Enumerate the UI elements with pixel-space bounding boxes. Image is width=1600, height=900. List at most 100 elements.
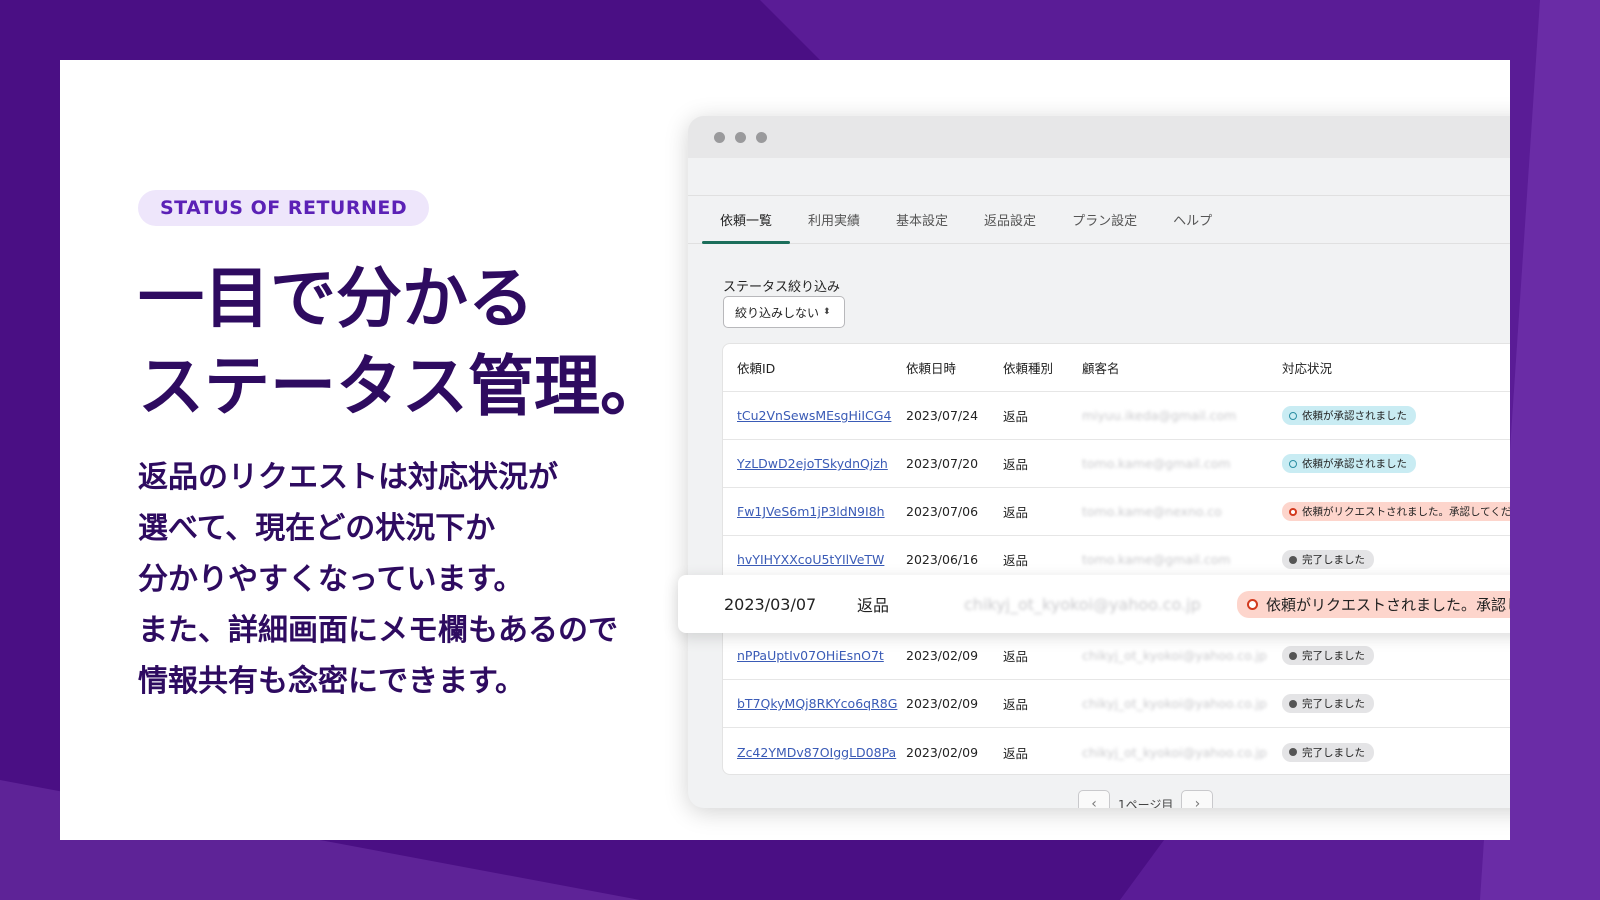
- row-date: 2023/03/07: [724, 594, 817, 614]
- body-line: また、詳細画面にメモ欄もあるので: [138, 613, 618, 648]
- status-icon: [1289, 651, 1297, 660]
- request-id-link[interactable]: bT7QkyMQj8RKYco6qR8G: [737, 696, 897, 711]
- request-id-link[interactable]: hvYIHYXXcoU5tYIlVeTW: [737, 552, 884, 567]
- row-date: 2023/07/20: [906, 456, 979, 471]
- row-type: 返品: [1003, 553, 1029, 568]
- status-icon: [1289, 411, 1297, 420]
- row-customer: tomo.kame@nexno.co: [1082, 504, 1222, 519]
- row-type: 返品: [1003, 697, 1029, 712]
- section-tag: STATUS OF RETURNED: [138, 190, 430, 226]
- row-type: 返品: [1003, 457, 1029, 472]
- column-header[interactable]: 対応状況: [1282, 358, 1510, 377]
- row-type: 返品: [1003, 505, 1029, 520]
- tab-requests[interactable]: 依頼一覧: [702, 210, 791, 244]
- status-icon: [1289, 555, 1297, 564]
- row-date: 2023/07/06: [906, 504, 979, 519]
- row-date: 2023/02/09: [906, 696, 979, 711]
- table-row[interactable]: Fw1JVeS6m1jP3ldN9I8h 2023/07/06 返品 tomo.kam…: [723, 488, 1510, 536]
- status-icon: [1247, 598, 1258, 610]
- tab-usage[interactable]: 利用実績: [790, 210, 878, 243]
- window-close-dot[interactable]: [714, 131, 725, 143]
- tab-help[interactable]: ヘルプ: [1155, 210, 1230, 243]
- request-id-link[interactable]: tCu2VnSewsMEsgHiICG4: [737, 408, 891, 423]
- promo-card: STATUS OF RETURNED 一目で分かる ステータス管理。 返品のリク…: [60, 60, 1510, 840]
- status-text: 依頼が承認されました: [1302, 458, 1407, 470]
- tab-return-settings[interactable]: 返品設定: [966, 210, 1054, 243]
- status-badge: 依頼が承認されました: [1282, 454, 1416, 473]
- row-type: 返品: [1003, 745, 1029, 761]
- highlighted-row[interactable]: 2023/03/07 返品 chikyj_ot_kyokoi@yahoo.co.…: [678, 575, 1510, 633]
- select-updown-icon: ⬍: [823, 307, 831, 317]
- status-icon: [1289, 459, 1297, 468]
- row-date: 2023/07/24: [906, 408, 979, 423]
- headline: 一目で分かる ステータス管理。: [138, 255, 698, 431]
- window-minimize-dot[interactable]: [735, 131, 746, 143]
- row-customer: miyuu.ikeda@gmail.com: [1082, 408, 1237, 423]
- status-icon: [1289, 507, 1297, 516]
- status-text: 完了しました: [1302, 650, 1365, 662]
- request-id-link[interactable]: Zc42YMDv87OIggLD08Pa: [737, 745, 896, 760]
- row-customer: chikyj_ot_kyokoi@yahoo.co.jp: [964, 594, 1201, 614]
- tab-basic-settings[interactable]: 基本設定: [878, 210, 966, 243]
- table-row[interactable]: YzLDwD2ejoTSkydnQjzh 2023/07/20 返品 tomo.kam…: [723, 440, 1510, 488]
- tab-bar: 依頼一覧 利用実績 基本設定 返品設定 プラン設定 ヘルプ: [688, 196, 1510, 244]
- row-customer: tomo.kame@gmail.com: [1082, 552, 1231, 567]
- table-row[interactable]: bT7QkyMQj8RKYco6qR8G 2023/02/09 返品 chikyj_o…: [723, 680, 1510, 728]
- status-badge: 依頼が承認されました: [1282, 406, 1416, 425]
- status-filter-value: 絞り込みしない: [735, 305, 820, 320]
- column-header[interactable]: 顧客名: [1082, 358, 1282, 377]
- headline-line: ステータス管理。: [138, 348, 666, 425]
- window-zoom-dot[interactable]: [756, 131, 767, 143]
- row-customer: chikyj_ot_kyokoi@yahoo.co.jp: [1082, 648, 1267, 663]
- row-customer: chikyj_ot_kyokoi@yahoo.co.jp: [1082, 744, 1267, 760]
- table-row[interactable]: tCu2VnSewsMEsgHiICG4 2023/07/24 返品 miyuu.ik…: [723, 392, 1510, 440]
- app-window: 依頼一覧 利用実績 基本設定 返品設定 プラン設定 ヘルプ ステータス絞り込み …: [688, 116, 1510, 808]
- row-customer: tomo.kame@gmail.com: [1082, 456, 1231, 471]
- status-icon: [1289, 748, 1297, 756]
- body-copy: 返品のリクエストは対応状況が 選べて、現在どの状況下か 分かりやすくなっています…: [138, 452, 698, 707]
- status-text: 依頼が承認されました: [1302, 410, 1407, 422]
- table-row[interactable]: nPPaUptIv07OHiEsnO7t 2023/02/09 返品 chikyj_o…: [723, 632, 1510, 680]
- status-badge: 完了しました: [1282, 694, 1374, 713]
- row-type: 返品: [1003, 649, 1029, 664]
- body-line: 選べて、現在どの状況下か: [138, 511, 496, 546]
- status-text: 完了しました: [1302, 554, 1365, 566]
- page-indicator: 1ページ目: [1118, 797, 1174, 809]
- status-badge: 完了しました: [1282, 646, 1374, 665]
- window-titlebar: [688, 116, 1510, 158]
- column-header[interactable]: 依頼日時: [906, 358, 1003, 377]
- requests-table: 依頼ID 依頼日時 依頼種別 顧客名 対応状況 tCu2VnSewsMEsgHi…: [722, 343, 1510, 775]
- column-header[interactable]: 依頼種別: [1003, 358, 1082, 377]
- status-badge: 依頼がリクエストされました。承認してください: [1237, 590, 1510, 618]
- status-text: 依頼がリクエストされました。承認してください: [1266, 595, 1510, 614]
- row-customer: chikyj_ot_kyokoi@yahoo.co.jp: [1082, 696, 1267, 711]
- row-type: 返品: [857, 596, 890, 615]
- status-text: 完了しました: [1302, 746, 1365, 759]
- status-badge: 完了しました: [1282, 742, 1374, 762]
- table-header: 依頼ID 依頼日時 依頼種別 顧客名 対応状況: [723, 344, 1510, 392]
- status-badge: 依頼がリクエストされました。承認してください: [1282, 502, 1510, 521]
- request-id-link[interactable]: Fw1JVeS6m1jP3ldN9I8h: [737, 504, 885, 519]
- request-id-link[interactable]: nPPaUptIv07OHiEsnO7t: [737, 648, 884, 663]
- status-icon: [1289, 699, 1297, 708]
- status-text: 完了しました: [1302, 698, 1365, 710]
- row-date: 2023/02/09: [906, 648, 979, 663]
- column-header[interactable]: 依頼ID: [723, 358, 906, 377]
- row-type: 返品: [1003, 409, 1029, 424]
- chevron-left-icon[interactable]: ‹: [1078, 790, 1110, 808]
- body-line: 分かりやすくなっています。: [138, 562, 524, 597]
- headline-line: 一目で分かる: [138, 260, 534, 337]
- row-date: 2023/06/16: [906, 552, 979, 567]
- pagination: ‹ 1ページ目 ›: [1078, 790, 1214, 809]
- tab-plan-settings[interactable]: プラン設定: [1054, 210, 1155, 243]
- status-filter-select[interactable]: 絞り込みしない ⬍: [723, 296, 845, 328]
- body-line: 返品のリクエストは対応状況が: [138, 460, 558, 495]
- app-header: [688, 158, 1510, 196]
- chevron-right-icon[interactable]: ›: [1181, 790, 1214, 808]
- status-filter-label: ステータス絞り込み: [723, 280, 841, 295]
- request-id-link[interactable]: YzLDwD2ejoTSkydnQjzh: [737, 456, 888, 471]
- row-date: 2023/02/09: [906, 744, 979, 760]
- status-text: 依頼がリクエストされました。承認してください: [1302, 506, 1510, 518]
- status-badge: 完了しました: [1282, 550, 1374, 569]
- table-row[interactable]: Zc42YMDv87OIggLD08Pa 2023/02/09 返品 chikyj_o…: [723, 728, 1510, 776]
